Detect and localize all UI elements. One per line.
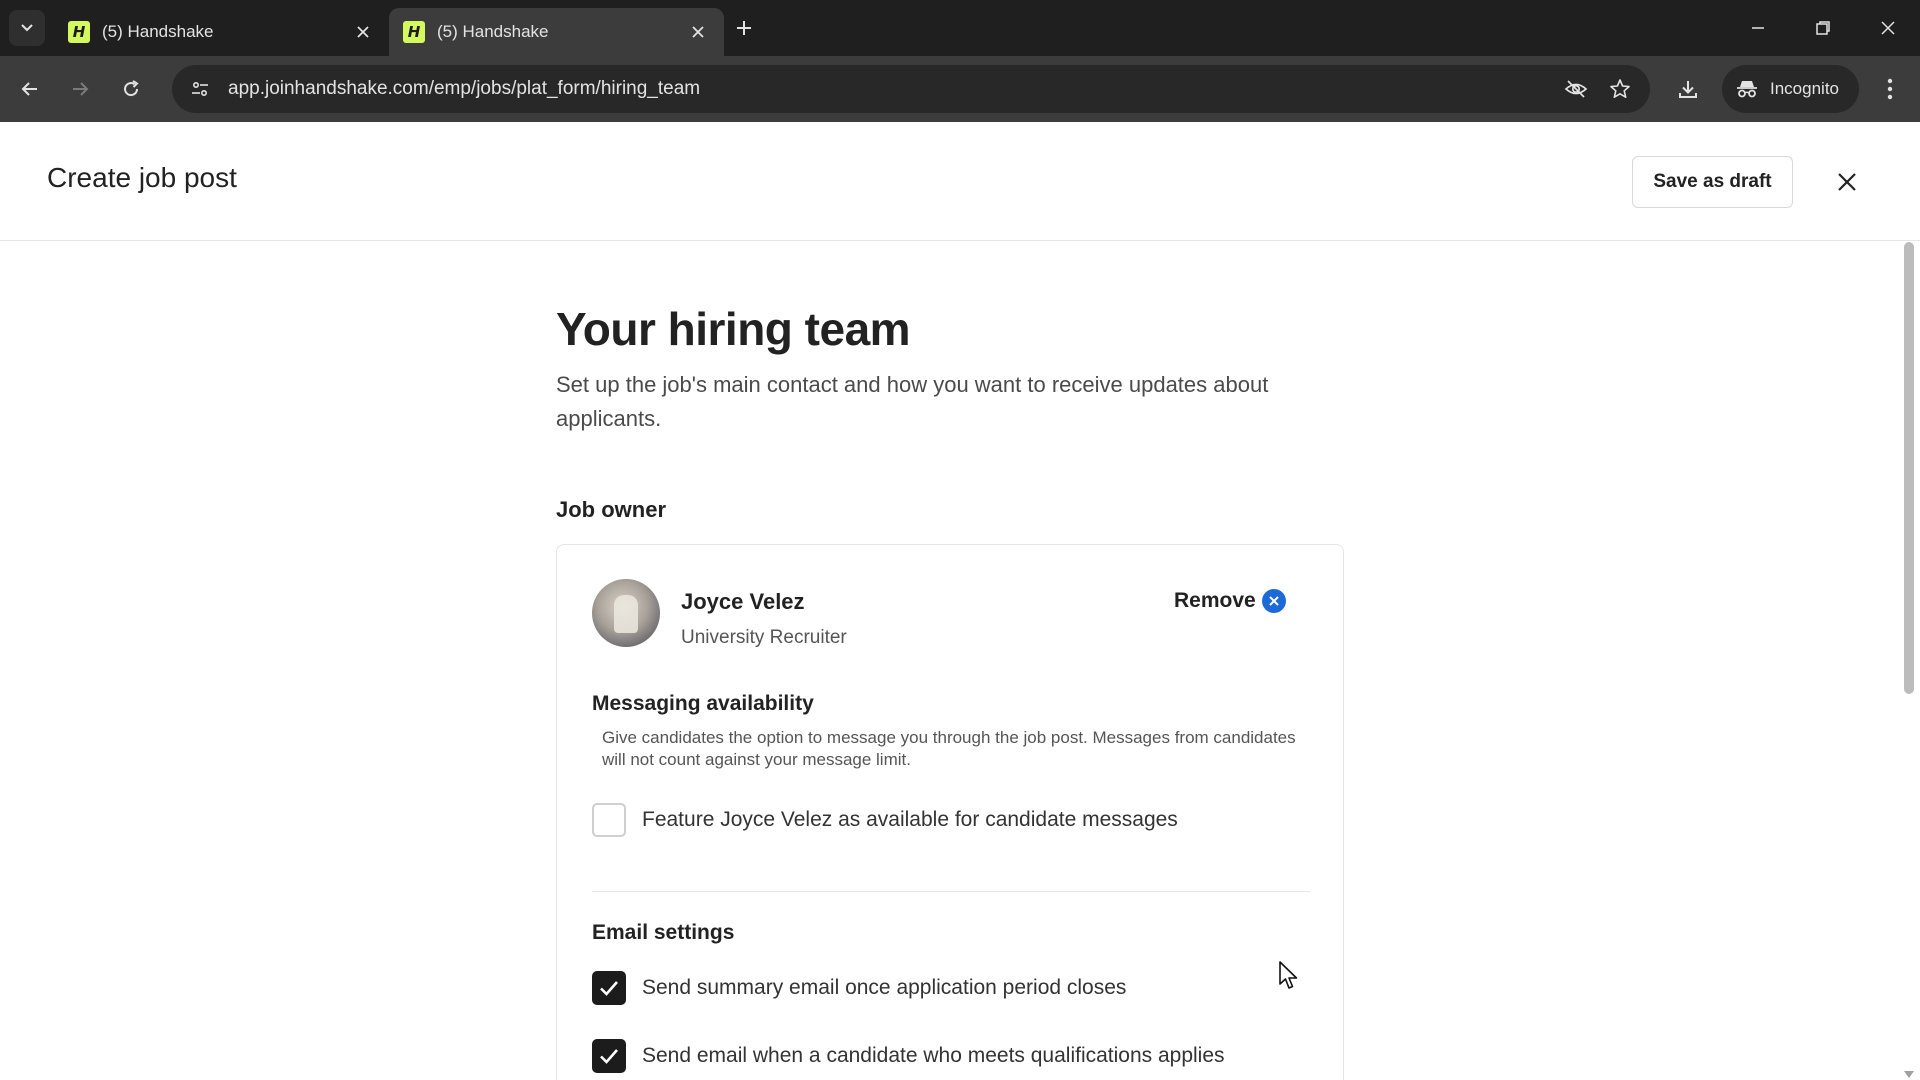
download-icon[interactable] — [1670, 71, 1706, 107]
browser-menu-icon[interactable] — [1872, 71, 1908, 107]
messaging-checkbox-row[interactable]: Feature Joyce Velez as available for can… — [592, 803, 1178, 837]
job-owner-card: Joyce Velez University Recruiter Remove … — [556, 544, 1344, 1080]
page-title: Create job post — [47, 162, 237, 193]
summary-email-checkbox-label[interactable]: Send summary email once application peri… — [642, 976, 1126, 1000]
incognito-label: Incognito — [1770, 79, 1839, 98]
tab-title: (5) Handshake — [102, 22, 214, 41]
chevron-down-icon — [21, 24, 33, 32]
bookmark-star-icon[interactable] — [1598, 69, 1642, 109]
tab-search-button[interactable] — [9, 10, 45, 46]
address-bar[interactable]: app.joinhandshake.com/emp/jobs/plat_form… — [172, 65, 1650, 113]
job-owner-label: Job owner — [556, 497, 667, 522]
divider — [592, 891, 1310, 892]
page-scrollbar[interactable] — [1898, 242, 1920, 1080]
messaging-checkbox[interactable] — [592, 803, 626, 837]
email-settings-heading: Email settings — [592, 921, 735, 944]
save-as-draft-button[interactable]: Save as draft — [1632, 156, 1793, 208]
messaging-checkbox-label[interactable]: Feature Joyce Velez as available for can… — [642, 808, 1178, 832]
section-subtitle: Set up the job's main contact and how yo… — [556, 372, 1269, 431]
eye-off-icon[interactable] — [1554, 69, 1598, 109]
close-icon[interactable] — [1831, 162, 1863, 202]
scroll-down-arrow-icon[interactable] — [1904, 1071, 1914, 1078]
browser-tab-strip: H (5) Handshake H (5) Handshake — [0, 0, 1920, 56]
tab-title: (5) Handshake — [437, 22, 549, 41]
back-arrow-icon[interactable] — [12, 71, 48, 107]
section-title: Your hiring team — [556, 303, 911, 355]
scrollbar-thumb[interactable] — [1904, 242, 1914, 694]
remove-x-icon[interactable] — [1261, 589, 1286, 613]
owner-role: University Recruiter — [681, 627, 847, 648]
messaging-description: Give candidates the option to message yo… — [602, 728, 1296, 769]
incognito-icon — [1737, 81, 1757, 98]
site-settings-icon[interactable] — [180, 69, 220, 109]
new-tab-plus-icon[interactable] — [730, 14, 758, 42]
reload-icon[interactable] — [113, 71, 149, 107]
qualified-candidate-email-checkbox-row[interactable]: Send email when a candidate who meets qu… — [592, 1039, 1225, 1073]
summary-email-checkbox[interactable] — [592, 971, 626, 1005]
checkmark-icon — [600, 1049, 618, 1064]
remove-owner-button[interactable]: Remove — [1174, 589, 1286, 613]
qualified-candidate-email-checkbox-label[interactable]: Send email when a candidate who meets qu… — [642, 1044, 1225, 1068]
minimize-window-icon[interactable] — [1740, 10, 1776, 46]
browser-tab[interactable]: H (5) Handshake — [54, 8, 389, 56]
mouse-cursor-icon — [1278, 960, 1300, 997]
browser-toolbar: app.joinhandshake.com/emp/jobs/plat_form… — [0, 56, 1920, 122]
remove-label: Remove — [1174, 589, 1256, 612]
qualified-candidate-email-checkbox[interactable] — [592, 1039, 626, 1073]
url-text[interactable]: app.joinhandshake.com/emp/jobs/plat_form… — [228, 78, 1554, 100]
close-window-icon[interactable] — [1870, 10, 1906, 46]
avatar — [592, 579, 660, 647]
restore-window-icon[interactable] — [1805, 10, 1841, 46]
checkmark-icon — [600, 981, 618, 996]
forward-arrow-icon[interactable] — [62, 71, 98, 107]
incognito-indicator[interactable]: Incognito — [1722, 65, 1859, 113]
avatar-figure — [614, 595, 638, 633]
summary-email-checkbox-row[interactable]: Send summary email once application peri… — [592, 971, 1126, 1005]
handshake-favicon-icon: H — [68, 21, 90, 43]
handshake-favicon-icon: H — [403, 21, 425, 43]
messaging-availability-heading: Messaging availability — [592, 692, 814, 715]
close-tab-icon[interactable] — [686, 20, 710, 44]
close-tab-icon[interactable] — [351, 20, 375, 44]
owner-name: Joyce Velez — [681, 589, 805, 614]
browser-tab-active[interactable]: H (5) Handshake — [389, 8, 724, 56]
page-header: Create job post Save as draft — [0, 122, 1920, 241]
